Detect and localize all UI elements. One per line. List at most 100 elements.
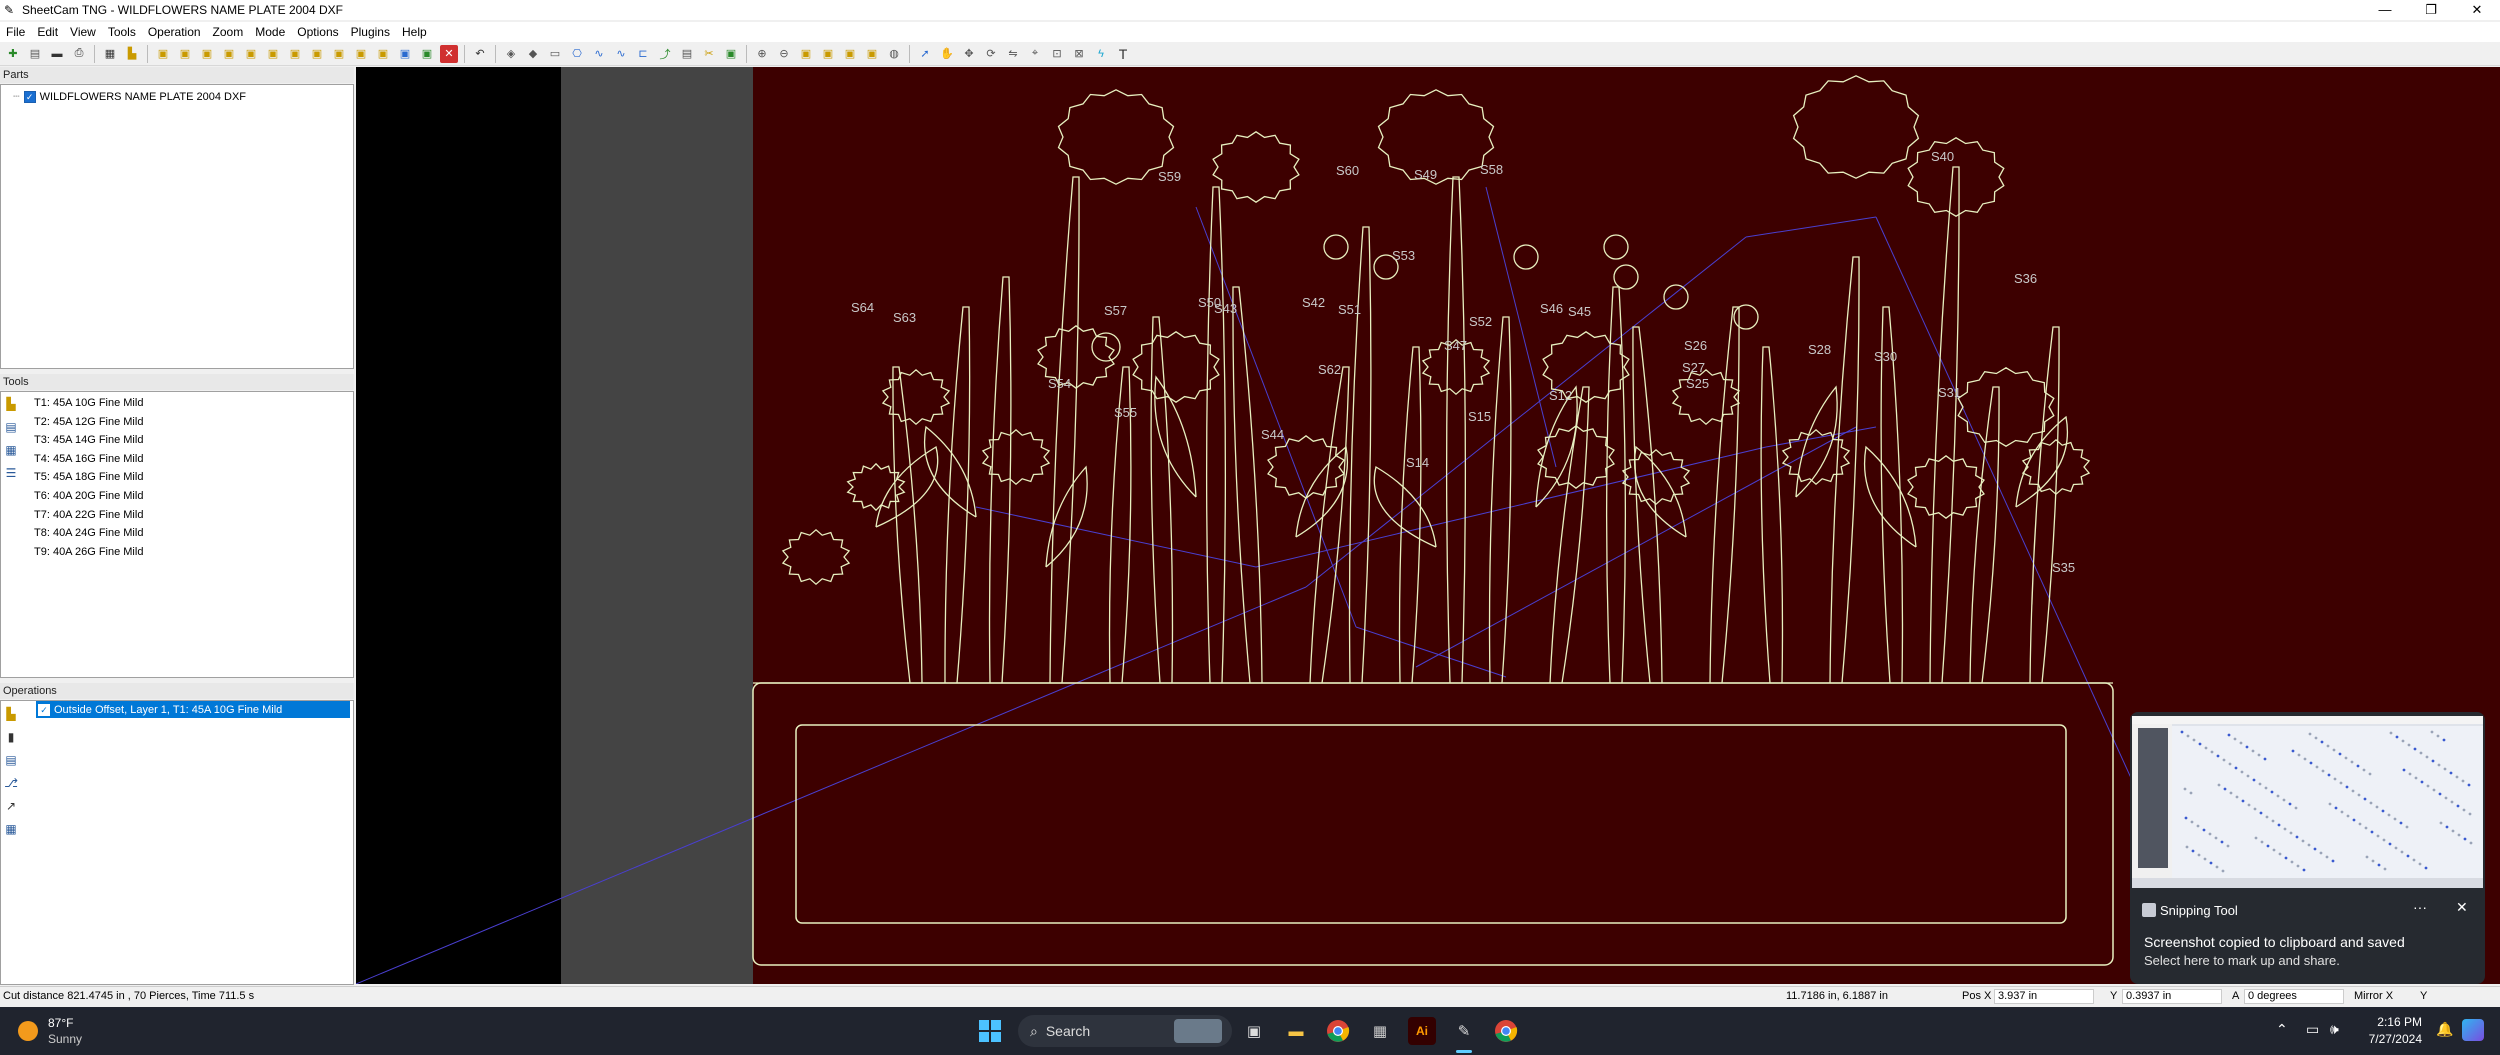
menu-zoom[interactable]: Zoom xyxy=(207,25,250,39)
notification-bell-icon[interactable]: 🔔 xyxy=(2436,1021,2453,1038)
operation-2-icon[interactable]: ▣ xyxy=(176,45,194,63)
toast-more-button[interactable]: ··· xyxy=(2413,899,2427,915)
stop-icon[interactable]: ✕ xyxy=(440,44,458,63)
start-point-icon[interactable]: ✋ xyxy=(938,45,956,63)
tool-item[interactable]: T1: 45A 10G Fine Mild xyxy=(34,394,143,413)
pos-x-input[interactable]: 3.937 in xyxy=(1994,989,2094,1004)
run-icon[interactable]: ▣ xyxy=(418,45,436,63)
zoom-in-icon[interactable]: ⊕ xyxy=(753,45,771,63)
rotate-icon[interactable]: ⟳ xyxy=(982,45,1000,63)
view-3d-icon[interactable]: ◈ xyxy=(502,45,520,63)
tool-item[interactable]: T2: 45A 12G Fine Mild xyxy=(34,413,143,432)
tray-overflow-icon[interactable]: ⌃ xyxy=(2276,1021,2288,1038)
operation-list-icon[interactable]: ▤ xyxy=(3,752,19,768)
clip-icon[interactable]: ⊠ xyxy=(1070,45,1088,63)
mirror-x-checkbox[interactable]: Mirror X xyxy=(2354,990,2393,1002)
new-tool-icon[interactable]: ▙ xyxy=(3,396,19,412)
sheetcam-taskbar-icon[interactable]: ✎ xyxy=(1450,1017,1478,1045)
origin-icon[interactable]: ⌖ xyxy=(1026,45,1044,63)
select-pointer-icon[interactable]: ➚ xyxy=(916,45,934,63)
operation-tool-icon[interactable]: ↗ xyxy=(3,798,19,814)
screenshot-thumbnail[interactable] xyxy=(2132,716,2483,888)
operation-1-icon[interactable]: ▣ xyxy=(154,45,172,63)
open-file-icon[interactable]: ▤ xyxy=(26,45,44,63)
menu-tools[interactable]: Tools xyxy=(102,25,142,39)
operation-table-icon[interactable]: ▦ xyxy=(3,821,19,837)
post-icon[interactable]: ▣ xyxy=(722,45,740,63)
calculator-icon[interactable]: ▦ xyxy=(101,45,119,63)
toast-subtext[interactable]: Select here to mark up and share. xyxy=(2144,953,2340,968)
lightning-icon[interactable]: ϟ xyxy=(1092,45,1110,63)
menu-help[interactable]: Help xyxy=(396,25,433,39)
pos-y-input[interactable]: 0.3937 in xyxy=(2122,989,2222,1004)
zoom-window-icon[interactable]: ▣ xyxy=(797,45,815,63)
lead-in-icon[interactable]: ∿ xyxy=(590,45,608,63)
tool-icon[interactable]: ▙ xyxy=(123,45,141,63)
operation-9-icon[interactable]: ▣ xyxy=(330,45,348,63)
edit-tool-icon[interactable]: ▤ xyxy=(3,419,19,435)
zoom-part-icon[interactable]: ▣ xyxy=(841,45,859,63)
print-icon[interactable]: ⎙ xyxy=(70,45,88,63)
measure-icon[interactable]: ⊡ xyxy=(1048,45,1066,63)
illustrator-icon[interactable]: Ai xyxy=(1408,1017,1436,1045)
sheet-icon[interactable]: ▭ xyxy=(546,45,564,63)
tool-item[interactable]: T7: 40A 22G Fine Mild xyxy=(34,506,143,525)
path-icon[interactable]: ⎔ xyxy=(568,45,586,63)
tool-item[interactable]: T5: 45A 18G Fine Mild xyxy=(34,468,143,487)
operation-5-icon[interactable]: ▣ xyxy=(242,45,260,63)
minimize-button[interactable]: — xyxy=(2362,0,2408,20)
chrome-alt-icon[interactable] xyxy=(1492,1017,1520,1045)
operation-item-selected[interactable]: ✓ Outside Offset, Layer 1, T1: 45A 10G F… xyxy=(36,701,350,718)
menu-mode[interactable]: Mode xyxy=(249,25,291,39)
operation-7-icon[interactable]: ▣ xyxy=(286,45,304,63)
file-explorer-icon[interactable]: ▬ xyxy=(1282,1017,1310,1045)
clock-time[interactable]: 2:16 PM xyxy=(2360,1015,2422,1029)
undo-icon[interactable]: ↶ xyxy=(471,45,489,63)
tool-list-icon[interactable]: ☰ xyxy=(3,465,19,481)
operation-6-icon[interactable]: ▣ xyxy=(264,45,282,63)
zoom-out-icon[interactable]: ⊖ xyxy=(775,45,793,63)
network-icon[interactable]: ▭ xyxy=(2306,1021,2319,1038)
code-icon[interactable]: ✂ xyxy=(700,45,718,63)
mirror-y-checkbox[interactable]: Y xyxy=(2420,990,2427,1002)
copilot-icon[interactable] xyxy=(2462,1019,2484,1041)
nest-icon[interactable]: ▤ xyxy=(678,45,696,63)
operation-tree-icon[interactable]: ⎇ xyxy=(3,775,19,791)
operation-3-icon[interactable]: ▣ xyxy=(198,45,216,63)
taskbar-search[interactable]: ⌕ Search xyxy=(1018,1015,1232,1047)
curve-icon[interactable]: ∿ xyxy=(612,45,630,63)
part-tree-item[interactable]: ┄ ✓ WILDFLOWERS NAME PLATE 2004 DXF xyxy=(13,90,246,103)
operation-4-icon[interactable]: ▣ xyxy=(220,45,238,63)
operation-12-icon[interactable]: ▣ xyxy=(396,45,414,63)
move-icon[interactable]: ✥ xyxy=(960,45,978,63)
calculator-app-icon[interactable]: ▦ xyxy=(1366,1017,1394,1045)
operation-10-icon[interactable]: ▣ xyxy=(352,45,370,63)
part-checkbox[interactable]: ✓ xyxy=(23,90,36,103)
text-tool-icon[interactable]: T xyxy=(1114,45,1132,63)
tool-item[interactable]: T6: 40A 20G Fine Mild xyxy=(34,487,143,506)
zoom-extents-icon[interactable]: ◍ xyxy=(885,45,903,63)
zoom-fit-icon[interactable]: ▣ xyxy=(819,45,837,63)
menu-file[interactable]: File xyxy=(0,25,31,39)
new-operation-icon[interactable]: ▙ xyxy=(3,706,19,722)
offset-icon[interactable]: ⊏ xyxy=(634,45,652,63)
toast-close-button[interactable]: ✕ xyxy=(2456,899,2468,916)
zoom-sheet-icon[interactable]: ▣ xyxy=(863,45,881,63)
menu-edit[interactable]: Edit xyxy=(31,25,64,39)
snipping-tool-toast[interactable]: Snipping Tool ··· ✕ Screenshot copied to… xyxy=(2130,712,2485,984)
weather-desc[interactable]: Sunny xyxy=(48,1032,82,1046)
clock-date[interactable]: 7/27/2024 xyxy=(2360,1032,2422,1046)
chrome-icon[interactable] xyxy=(1324,1017,1352,1045)
new-job-icon[interactable]: ✚ xyxy=(4,45,22,63)
tool-item[interactable]: T4: 45A 16G Fine Mild xyxy=(34,450,143,469)
save-icon[interactable]: ▬ xyxy=(48,45,66,63)
start-menu-icon[interactable] xyxy=(976,1017,1004,1045)
operation-11-icon[interactable]: ▣ xyxy=(374,45,392,63)
optimize-icon[interactable]: ⤴ xyxy=(656,45,674,63)
mirror-icon[interactable]: ⇋ xyxy=(1004,45,1022,63)
task-view-icon[interactable]: ▣ xyxy=(1240,1017,1268,1045)
tool-item[interactable]: T8: 40A 24G Fine Mild xyxy=(34,524,143,543)
menu-operation[interactable]: Operation xyxy=(142,25,207,39)
angle-input[interactable]: 0 degrees xyxy=(2244,989,2344,1004)
menu-plugins[interactable]: Plugins xyxy=(345,25,396,39)
